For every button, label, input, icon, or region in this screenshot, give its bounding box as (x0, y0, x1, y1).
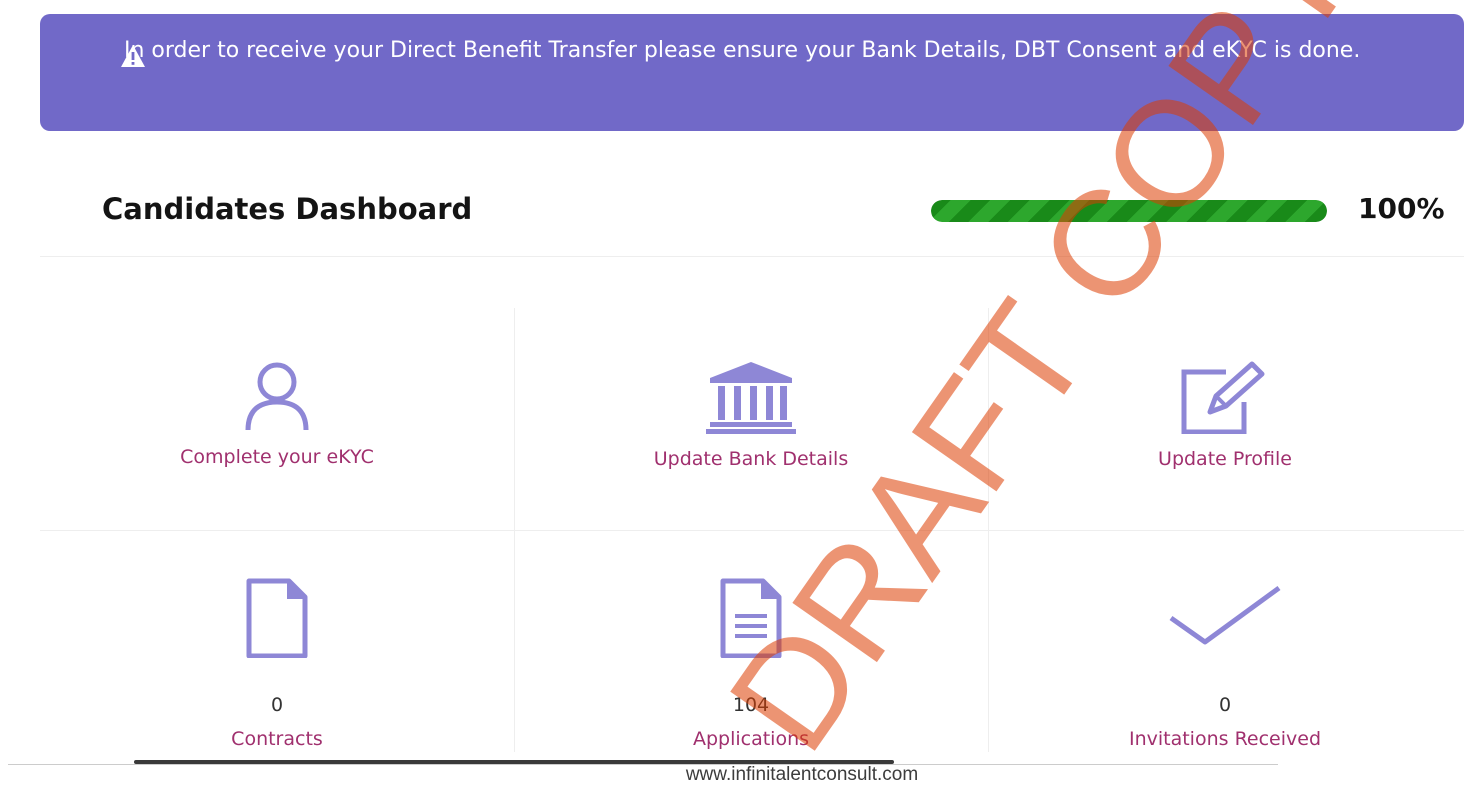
tile-update-profile[interactable]: Update Profile (988, 360, 1462, 470)
tile-label[interactable]: Invitations Received (988, 728, 1462, 750)
check-icon (1169, 585, 1281, 645)
tile-update-bank-details[interactable]: Update Bank Details (514, 360, 988, 470)
profile-progress-bar (931, 200, 1327, 222)
dbt-alert-banner: In order to receive your Direct Benefit … (40, 14, 1464, 131)
footer-url: www.infinitalentconsult.com (685, 764, 919, 785)
stat-contracts[interactable]: 0 Contracts (40, 578, 514, 750)
warning-triangle-icon (121, 45, 145, 67)
stat-invitations-received[interactable]: 0 Invitations Received (988, 578, 1462, 750)
divider (40, 530, 1464, 531)
progress-fill (931, 200, 1327, 222)
edit-icon (1181, 361, 1265, 434)
tile-label[interactable]: Contracts (40, 728, 514, 750)
page-title: Candidates Dashboard (102, 192, 473, 226)
tile-label[interactable]: Update Bank Details (514, 448, 988, 470)
document-icon (720, 578, 782, 658)
tile-label[interactable]: Applications (514, 728, 988, 750)
applications-count: 104 (732, 694, 770, 716)
progress-percent: 100% (1358, 192, 1445, 225)
contracts-count: 0 (270, 694, 284, 716)
tile-label[interactable]: Update Profile (988, 448, 1462, 470)
file-icon (246, 578, 308, 658)
dashboard-header: Candidates Dashboard 100% (40, 170, 1470, 256)
user-icon (245, 362, 309, 431)
bank-icon (706, 362, 796, 434)
tile-label[interactable]: Complete your eKYC (40, 446, 514, 468)
stat-applications[interactable]: 104 Applications (514, 578, 988, 750)
invitations-count: 0 (1218, 694, 1232, 716)
alert-message: In order to receive your Direct Benefit … (124, 38, 1361, 63)
divider (40, 256, 1464, 257)
tile-complete-ekyc[interactable]: Complete your eKYC (40, 360, 514, 468)
